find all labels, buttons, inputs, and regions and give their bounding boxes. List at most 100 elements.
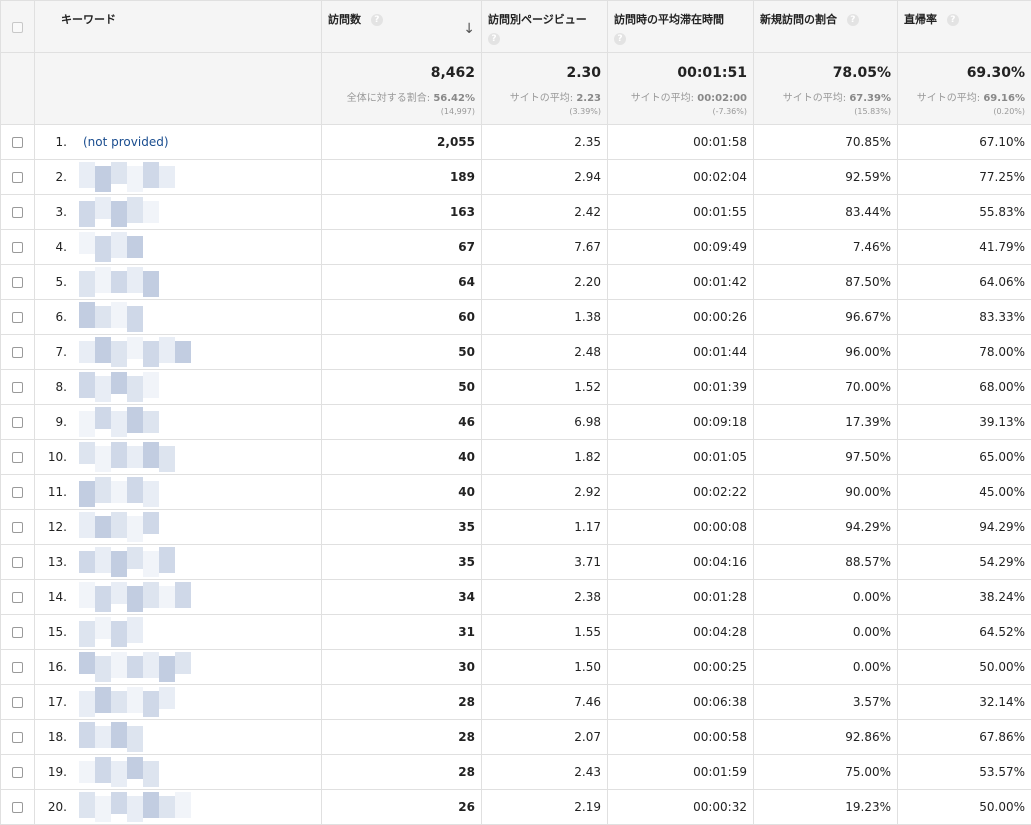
pixel-block bbox=[95, 337, 111, 363]
table-row[interactable]: 8.501.5200:01:3970.00%68.00% bbox=[1, 370, 1031, 405]
bounce-cell: 50.00% bbox=[898, 790, 1031, 825]
checkbox-icon[interactable] bbox=[12, 452, 23, 463]
table-row[interactable]: 10.401.8200:01:0597.50%65.00% bbox=[1, 440, 1031, 475]
pixel-block bbox=[143, 442, 159, 468]
question-circle-icon[interactable]: ? bbox=[614, 33, 626, 45]
total-duration-cell: 00:01:51 サイトの平均: 00:02:00 (-7.36%) bbox=[608, 53, 754, 125]
keyword-link[interactable]: (not provided) bbox=[83, 135, 169, 149]
total-duration-label: サイトの平均: 00:02:00 bbox=[614, 89, 747, 104]
keyword-cell: 14. bbox=[35, 580, 322, 615]
bounce-cell: 64.06% bbox=[898, 265, 1031, 300]
checkbox-icon[interactable] bbox=[12, 207, 23, 218]
arrow-down-icon[interactable]: ↓ bbox=[463, 21, 475, 37]
checkbox-icon[interactable] bbox=[12, 487, 23, 498]
question-circle-icon[interactable]: ? bbox=[371, 14, 383, 26]
checkbox-icon[interactable] bbox=[12, 732, 23, 743]
visits-cell: 50 bbox=[322, 370, 482, 405]
pixel-block bbox=[111, 201, 127, 227]
select-all-checkbox[interactable] bbox=[12, 22, 23, 33]
table-row[interactable]: 11.402.9200:02:2290.00%45.00% bbox=[1, 475, 1031, 510]
table-row[interactable]: 16.301.5000:00:250.00%50.00% bbox=[1, 650, 1031, 685]
pixel-block bbox=[111, 442, 127, 468]
table-row[interactable]: 12.351.1700:00:0894.29%94.29% bbox=[1, 510, 1031, 545]
row-rank: 15. bbox=[35, 625, 67, 639]
table-row[interactable]: 17.287.4600:06:383.57%32.14% bbox=[1, 685, 1031, 720]
table-row[interactable]: 2.1892.9400:02:0492.59%77.25% bbox=[1, 160, 1031, 195]
row-rank: 4. bbox=[35, 240, 67, 254]
checkbox-icon[interactable] bbox=[12, 592, 23, 603]
pixel-block bbox=[127, 376, 143, 402]
column-header-keyword[interactable]: キーワード bbox=[35, 1, 322, 53]
checkbox-icon[interactable] bbox=[12, 242, 23, 253]
table-row[interactable]: 13.353.7100:04:1688.57%54.29% bbox=[1, 545, 1031, 580]
column-header-avg-duration[interactable]: 訪問時の平均滞在時間 ? bbox=[608, 1, 754, 53]
pixel-block bbox=[79, 691, 95, 717]
question-circle-icon[interactable]: ? bbox=[947, 14, 959, 26]
checkbox-icon[interactable] bbox=[12, 277, 23, 288]
question-circle-icon[interactable]: ? bbox=[488, 33, 500, 45]
checkbox-icon[interactable] bbox=[12, 627, 23, 638]
table-row[interactable]: 5.642.2000:01:4287.50%64.06% bbox=[1, 265, 1031, 300]
total-new-visits-label: サイトの平均: 67.39% bbox=[760, 89, 891, 104]
checkbox-icon[interactable] bbox=[12, 417, 23, 428]
row-checkbox-cell bbox=[1, 580, 35, 615]
table-row[interactable]: 18.282.0700:00:5892.86%67.86% bbox=[1, 720, 1031, 755]
question-circle-icon[interactable]: ? bbox=[847, 14, 859, 26]
column-header-visits[interactable]: 訪問数 ? ↓ bbox=[322, 1, 482, 53]
table-row[interactable]: 4.677.6700:09:497.46%41.79% bbox=[1, 230, 1031, 265]
pixel-block bbox=[79, 442, 95, 464]
checkbox-icon[interactable] bbox=[12, 767, 23, 778]
row-rank: 14. bbox=[35, 590, 67, 604]
checkbox-icon[interactable] bbox=[12, 802, 23, 813]
pixel-block bbox=[127, 796, 143, 822]
pixel-block bbox=[79, 722, 95, 748]
checkbox-icon[interactable] bbox=[12, 172, 23, 183]
table-row[interactable]: 3.1632.4200:01:5583.44%55.83% bbox=[1, 195, 1031, 230]
pixel-block bbox=[95, 236, 111, 262]
pixel-block bbox=[111, 691, 127, 713]
column-header-pageviews[interactable]: 訪問別ページビュー ? bbox=[482, 1, 608, 53]
pixel-block bbox=[175, 582, 191, 608]
checkbox-icon[interactable] bbox=[12, 662, 23, 673]
total-new-visits-site-avg: 67.39% bbox=[849, 93, 891, 104]
keyword-cell: 10. bbox=[35, 440, 322, 475]
checkbox-icon[interactable] bbox=[12, 347, 23, 358]
checkbox-icon[interactable] bbox=[12, 697, 23, 708]
table-row[interactable]: 19.282.4300:01:5975.00%53.57% bbox=[1, 755, 1031, 790]
table-row[interactable]: 20.262.1900:00:3219.23%50.00% bbox=[1, 790, 1031, 825]
table-row[interactable]: 1.(not provided)2,0552.3500:01:5870.85%6… bbox=[1, 125, 1031, 160]
pixel-block bbox=[127, 586, 143, 612]
bounce-cell: 64.52% bbox=[898, 615, 1031, 650]
checkbox-icon[interactable] bbox=[12, 137, 23, 148]
total-duration-site-avg: 00:02:00 bbox=[697, 93, 747, 104]
bounce-cell: 65.00% bbox=[898, 440, 1031, 475]
table-row[interactable]: 7.502.4800:01:4496.00%78.00% bbox=[1, 335, 1031, 370]
header-row: キーワード 訪問数 ? ↓ 訪問別ページビュー ? 訪問時の平均滞在時間 ? 新… bbox=[1, 1, 1031, 53]
pageviews-cell: 1.82 bbox=[482, 440, 608, 475]
pixel-block bbox=[79, 512, 95, 538]
column-header-bounce[interactable]: 直帰率 ? bbox=[898, 1, 1031, 53]
column-header-new-visits[interactable]: 新規訪問の割合 ? bbox=[754, 1, 898, 53]
pixel-block bbox=[159, 547, 175, 573]
table-row[interactable]: 15.311.5500:04:280.00%64.52% bbox=[1, 615, 1031, 650]
total-duration-sub: (-7.36%) bbox=[614, 107, 747, 116]
checkbox-icon[interactable] bbox=[12, 557, 23, 568]
checkbox-icon[interactable] bbox=[12, 382, 23, 393]
totals-row: 8,462 全体に対する割合: 56.42% (14,997) 2.30 サイト… bbox=[1, 53, 1031, 125]
checkbox-icon[interactable] bbox=[12, 312, 23, 323]
pageviews-cell: 2.92 bbox=[482, 475, 608, 510]
duration-cell: 00:09:18 bbox=[608, 405, 754, 440]
table-row[interactable]: 6.601.3800:00:2696.67%83.33% bbox=[1, 300, 1031, 335]
pixel-block bbox=[95, 197, 111, 219]
new-visits-cell: 3.57% bbox=[754, 685, 898, 720]
table-row[interactable]: 14.342.3800:01:280.00%38.24% bbox=[1, 580, 1031, 615]
visits-cell: 50 bbox=[322, 335, 482, 370]
table-row[interactable]: 9.466.9800:09:1817.39%39.13% bbox=[1, 405, 1031, 440]
column-label-keyword: キーワード bbox=[61, 13, 116, 26]
pixel-block bbox=[127, 197, 143, 223]
pixel-block bbox=[95, 796, 111, 822]
bounce-cell: 78.00% bbox=[898, 335, 1031, 370]
checkbox-icon[interactable] bbox=[12, 522, 23, 533]
bounce-cell: 38.24% bbox=[898, 580, 1031, 615]
pixel-block bbox=[127, 516, 143, 542]
